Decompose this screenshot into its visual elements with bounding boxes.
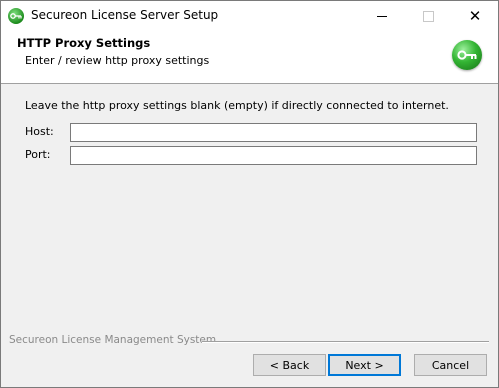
close-icon: ✕ <box>468 6 482 25</box>
brand-text: Secureon License Management System <box>9 334 217 346</box>
next-button[interactable]: Next > <box>328 354 401 376</box>
back-button[interactable]: < Back <box>253 354 326 376</box>
port-input[interactable] <box>70 146 477 165</box>
cancel-button[interactable]: Cancel <box>414 354 487 376</box>
host-label: Host: <box>25 125 54 138</box>
title-bar: Secureon License Server Setup ✕ <box>1 1 498 31</box>
proxy-info-text: Leave the http proxy settings blank (emp… <box>25 99 449 112</box>
close-button[interactable]: ✕ <box>452 1 498 31</box>
footer-divider <box>202 341 489 343</box>
window-title: Secureon License Server Setup <box>31 8 219 22</box>
port-label: Port: <box>25 148 51 161</box>
wizard-header: HTTP Proxy Settings Enter / review http … <box>1 31 498 84</box>
maximize-button[interactable] <box>405 1 451 31</box>
host-input[interactable] <box>70 123 477 142</box>
page-subtitle: Enter / review http proxy settings <box>25 54 210 67</box>
maximize-icon <box>422 10 434 22</box>
key-icon <box>8 8 24 24</box>
minimize-button[interactable] <box>359 1 405 31</box>
minimize-icon <box>377 15 387 17</box>
page-title: HTTP Proxy Settings <box>17 36 151 50</box>
setup-window: Secureon License Server Setup ✕ HTTP Pro… <box>0 0 499 388</box>
key-icon <box>452 40 482 70</box>
